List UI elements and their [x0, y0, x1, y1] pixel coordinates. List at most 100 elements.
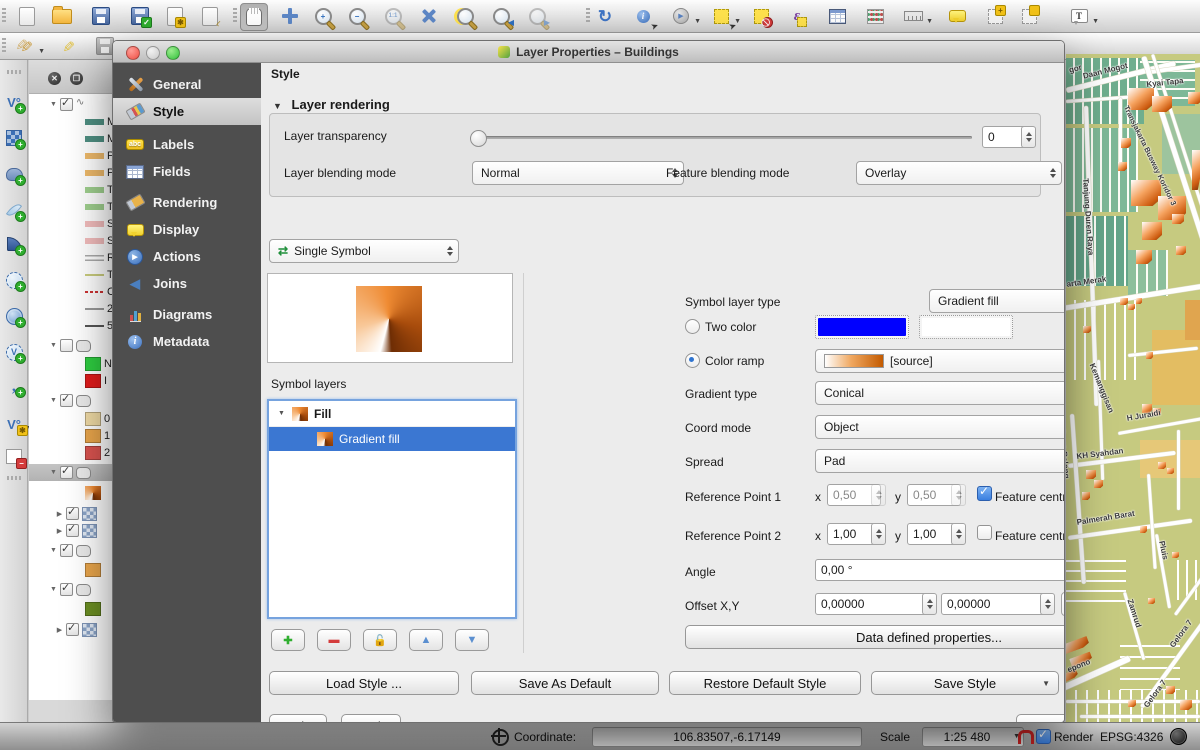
- add-raster-layer-icon[interactable]: +: [2, 126, 26, 150]
- select-features-icon[interactable]: ➤▼: [708, 3, 734, 29]
- dialog-titlebar[interactable]: Layer Properties – Buildings: [113, 41, 1064, 63]
- new-print-composer-icon[interactable]: ✱: [162, 3, 188, 29]
- add-mssql-layer-icon[interactable]: +: [2, 232, 26, 256]
- ref2-x-stepper[interactable]: [871, 523, 886, 545]
- save-project-icon[interactable]: [88, 3, 114, 29]
- legend-item-row[interactable]: S: [29, 232, 112, 249]
- scale-combo[interactable]: 1:25 480 ▼: [922, 727, 1024, 747]
- map-canvas[interactable]: gor Daan Mogot Kyai Tapa Transjakarta Bu…: [1066, 54, 1200, 722]
- tab-joins[interactable]: ◀ Joins: [113, 270, 261, 297]
- save-project-as-icon[interactable]: ✓: [127, 3, 153, 29]
- offset-x-field[interactable]: 0,00000: [815, 593, 931, 615]
- show-bookmarks-icon[interactable]: [1016, 3, 1042, 29]
- renderer-combo[interactable]: ⇄ Single Symbol: [269, 239, 459, 263]
- angle-field[interactable]: 0,00 °: [815, 559, 1065, 581]
- two-color-radio[interactable]: [685, 319, 700, 334]
- composer-manager-icon[interactable]: ⌐: [197, 3, 223, 29]
- render-checkbox[interactable]: [1036, 729, 1051, 744]
- layer-blending-combo[interactable]: Normal: [472, 161, 684, 185]
- text-annotation-icon[interactable]: T▼: [1066, 3, 1092, 29]
- add-symbol-layer-button[interactable]: ✚: [271, 629, 305, 651]
- zoom-to-selection-icon[interactable]: [452, 3, 478, 29]
- transparency-stepper[interactable]: [1021, 126, 1036, 148]
- move-up-symbol-layer-button[interactable]: ▲: [409, 629, 443, 651]
- color-two-swatch[interactable]: [919, 315, 1013, 339]
- layer-group-row[interactable]: ▼: [29, 542, 112, 559]
- coord-mode-combo[interactable]: Object: [815, 415, 1065, 439]
- crs-status-icon[interactable]: [1170, 728, 1187, 745]
- layer-row-raster[interactable]: ▶: [29, 621, 112, 638]
- save-as-default-button[interactable]: Save As Default: [471, 671, 659, 695]
- legend-item-row[interactable]: M: [29, 130, 112, 147]
- legend-item-row[interactable]: R: [29, 249, 112, 266]
- transparency-slider[interactable]: [472, 136, 972, 139]
- tab-actions[interactable]: ▶ Actions: [113, 243, 261, 270]
- spread-combo[interactable]: Pad: [815, 449, 1065, 473]
- tab-display[interactable]: Display: [113, 216, 261, 243]
- tab-general[interactable]: General: [113, 71, 261, 98]
- legend-item-row[interactable]: T: [29, 198, 112, 215]
- tab-rendering[interactable]: Rendering: [113, 189, 261, 216]
- panel-close-icon[interactable]: ✕: [48, 72, 61, 85]
- legend-item-gradient-row[interactable]: [29, 484, 112, 501]
- legend-item-row[interactable]: M: [29, 113, 112, 130]
- select-by-expression-icon[interactable]: ε: [784, 3, 810, 29]
- legend-item-row[interactable]: 5: [29, 317, 112, 334]
- zoom-last-icon[interactable]: ◀: [488, 3, 514, 29]
- symbol-layers-tree[interactable]: ▼ Fill Gradient fill: [267, 399, 517, 619]
- map-tips-icon[interactable]: [944, 3, 970, 29]
- add-oracle-layer-icon[interactable]: +: [2, 268, 26, 292]
- layer-group-row[interactable]: ▼: [29, 337, 112, 354]
- zoom-in-icon[interactable]: +: [310, 3, 336, 29]
- layer-rendering-section[interactable]: ▼ Layer rendering: [273, 97, 390, 112]
- open-attribute-table-icon[interactable]: [824, 3, 850, 29]
- layers-tree[interactable]: ▼∿ M M P P T T S S R T C 2 5 ▼ N I ▼ 0 1…: [29, 94, 112, 700]
- zoom-out-icon[interactable]: −: [344, 3, 370, 29]
- identify-features-icon[interactable]: i➤: [630, 3, 656, 29]
- data-defined-properties-button[interactable]: Data defined properties...: [685, 625, 1065, 649]
- expand-arrow-icon[interactable]: ▼: [277, 410, 286, 417]
- legend-item-row[interactable]: 0: [29, 410, 112, 427]
- ref2-feature-centroid-checkbox[interactable]: [977, 525, 992, 540]
- offset-unit-combo[interactable]: Millimeter: [1061, 592, 1065, 616]
- legend-item-row[interactable]: N: [29, 355, 112, 372]
- offset-y-field[interactable]: 0,00000: [941, 593, 1049, 615]
- ref1-feature-centroid-checkbox[interactable]: [977, 486, 992, 501]
- legend-item-row[interactable]: P: [29, 164, 112, 181]
- toggle-editing-icon[interactable]: ✎: [54, 33, 80, 59]
- remove-symbol-layer-button[interactable]: ▬: [317, 629, 351, 651]
- tab-diagrams[interactable]: Diagrams: [113, 301, 261, 328]
- legend-item-row[interactable]: T: [29, 266, 112, 283]
- legend-item-row[interactable]: 2: [29, 300, 112, 317]
- panel-float-icon[interactable]: ❐: [70, 72, 83, 85]
- ref1-x-stepper[interactable]: [871, 484, 886, 506]
- ref2-y-stepper[interactable]: [951, 523, 966, 545]
- magnifier-lock-icon[interactable]: [1018, 730, 1034, 744]
- layer-row-raster[interactable]: ▶: [29, 522, 112, 539]
- layer-group-row[interactable]: ▼: [29, 581, 112, 598]
- load-style-button[interactable]: Load Style ...: [269, 671, 459, 695]
- symbol-layer-type-combo[interactable]: Gradient fill: [929, 289, 1065, 313]
- tab-style[interactable]: Style: [113, 98, 261, 125]
- tab-labels[interactable]: abc Labels: [113, 131, 261, 158]
- deselect-features-icon[interactable]: ⃠: [748, 3, 774, 29]
- ref1-y-stepper[interactable]: [951, 484, 966, 506]
- new-shapefile-layer-icon[interactable]: V°✱▼: [2, 412, 26, 436]
- open-project-icon[interactable]: [49, 3, 75, 29]
- layer-group-row[interactable]: ▼∿: [29, 96, 112, 113]
- zoom-actual-size-icon[interactable]: 1:1: [380, 3, 406, 29]
- layer-row-raster[interactable]: ▶: [29, 505, 112, 522]
- add-delimited-text-layer-icon[interactable]: ,+: [2, 374, 26, 398]
- current-edits-icon[interactable]: ✎✎▼: [12, 33, 38, 59]
- run-feature-action-icon[interactable]: ▶▼: [668, 3, 694, 29]
- add-postgis-layer-icon[interactable]: +: [2, 162, 26, 186]
- cancel-button[interactable]: Cancel: [1016, 714, 1065, 723]
- layer-group-row[interactable]: ▼: [29, 392, 112, 409]
- legend-item-row[interactable]: C: [29, 283, 112, 300]
- pan-map-icon[interactable]: [240, 3, 268, 31]
- zoom-full-extent-icon[interactable]: [416, 3, 442, 29]
- transparency-slider-thumb[interactable]: [470, 130, 487, 147]
- minimize-window-icon[interactable]: [146, 46, 160, 60]
- field-calculator-icon[interactable]: [862, 3, 888, 29]
- legend-item-row[interactable]: [29, 600, 112, 617]
